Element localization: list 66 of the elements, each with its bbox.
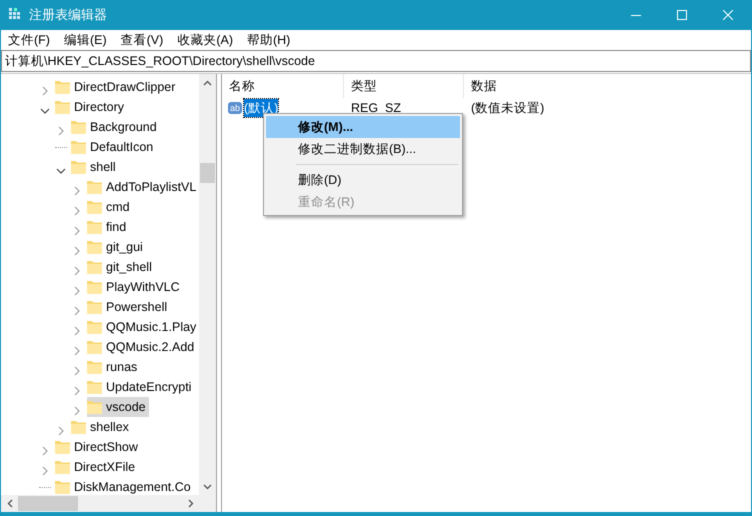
- tree-item[interactable]: UpdateEncrypti: [87, 377, 194, 397]
- tree-item[interactable]: DirectShow: [55, 437, 141, 457]
- folder-icon: [87, 180, 102, 194]
- string-value-icon: ab: [228, 102, 242, 114]
- folder-icon: [87, 400, 102, 414]
- folder-icon: [55, 100, 70, 114]
- folder-icon: [71, 120, 86, 134]
- folder-icon: [87, 360, 102, 374]
- menu-item[interactable]: 修改二进制数据(B)...: [266, 138, 460, 160]
- tree-item[interactable]: DefaultIcon: [71, 137, 156, 157]
- scroll-thumb[interactable]: [200, 163, 215, 183]
- column-header[interactable]: 类型: [344, 74, 464, 98]
- menu-item[interactable]: 修改(M)...: [266, 116, 460, 138]
- folder-icon: [87, 280, 102, 294]
- tree-item[interactable]: Powershell: [87, 297, 170, 317]
- tree-item[interactable]: Background: [71, 117, 160, 137]
- tree-item[interactable]: git_shell: [87, 257, 155, 277]
- tree-item[interactable]: AddToPlaylistVL: [87, 177, 199, 197]
- tree-item[interactable]: QQMusic.1.Play: [87, 317, 199, 337]
- tree-item[interactable]: Directory: [55, 97, 128, 117]
- menu-item[interactable]: 帮助(H): [240, 30, 298, 48]
- tree-item[interactable]: shellex: [71, 417, 132, 437]
- tree-item[interactable]: vscode: [87, 397, 149, 417]
- scroll-right-icon[interactable]: [188, 499, 194, 508]
- folder-icon: [87, 220, 102, 234]
- close-icon: [723, 10, 733, 20]
- tree-item[interactable]: PlayWithVLC: [87, 277, 183, 297]
- folder-icon: [55, 480, 70, 494]
- table-cell: (数值未设置): [471, 100, 544, 115]
- tree-item[interactable]: DirectDrawClipper: [55, 77, 178, 97]
- address-field[interactable]: 计算机\HKEY_CLASSES_ROOT\Directory\shell\vscode: [1, 50, 751, 72]
- vertical-scrollbar[interactable]: [199, 74, 216, 495]
- scroll-up-icon[interactable]: [203, 80, 212, 86]
- tree-item[interactable]: DirectXFile: [55, 457, 138, 477]
- folder-icon: [87, 340, 102, 354]
- menu-item[interactable]: 查看(V): [114, 30, 170, 48]
- tree-item[interactable]: find: [87, 217, 130, 237]
- folder-icon: [87, 240, 102, 254]
- tree-item[interactable]: runas: [87, 357, 140, 377]
- folder-icon: [87, 260, 102, 274]
- folder-icon: [87, 300, 102, 314]
- folder-icon: [87, 320, 102, 334]
- folder-icon: [71, 160, 86, 174]
- folder-icon: [87, 200, 102, 214]
- menu-item[interactable]: 编辑(E): [56, 30, 114, 48]
- tree-item[interactable]: cmd: [87, 197, 133, 217]
- folder-icon: [87, 380, 102, 394]
- app-icon: [9, 8, 23, 22]
- tree-item[interactable]: shell: [71, 157, 119, 177]
- tree-item[interactable]: git_gui: [87, 237, 146, 257]
- folder-icon: [71, 140, 86, 154]
- folder-icon: [71, 420, 86, 434]
- folder-icon: [55, 440, 70, 454]
- folder-icon: [55, 80, 70, 94]
- scroll-left-icon[interactable]: [6, 499, 12, 508]
- menu-item[interactable]: 删除(D): [266, 169, 460, 191]
- menu-item[interactable]: 文件(F): [1, 30, 57, 48]
- column-header[interactable]: 数据: [464, 74, 752, 98]
- tree-item[interactable]: QQMusic.2.Add: [87, 337, 198, 357]
- folder-icon: [55, 460, 70, 474]
- maximize-icon: [677, 10, 687, 20]
- horizontal-scrollbar[interactable]: [1, 495, 216, 512]
- scroll-thumb[interactable]: [18, 496, 78, 511]
- window-title: 注册表编辑器: [29, 6, 107, 24]
- scroll-down-icon[interactable]: [203, 484, 212, 490]
- menu-item[interactable]: 收藏夹(A): [170, 30, 240, 48]
